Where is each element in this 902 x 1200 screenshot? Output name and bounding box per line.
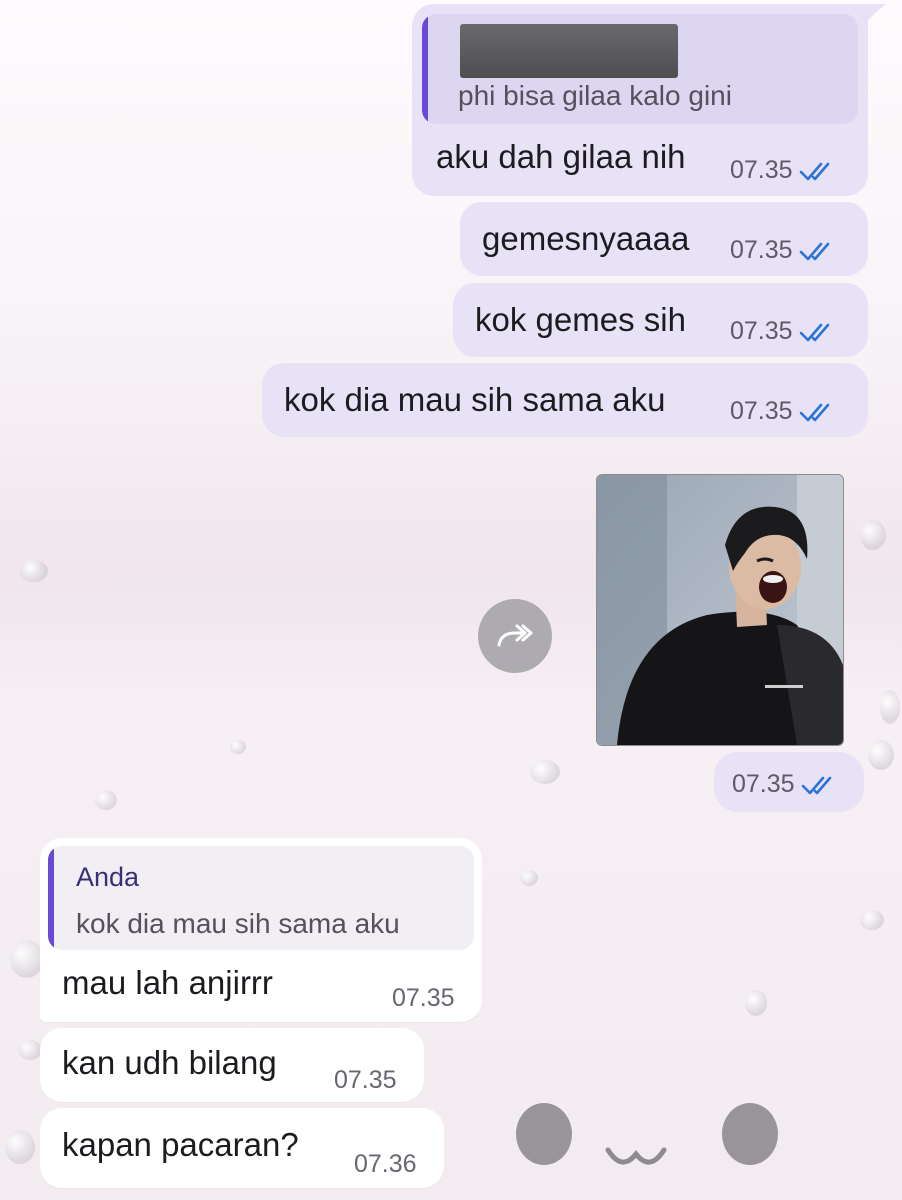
- message-text: mau lah anjirrr: [62, 964, 273, 1001]
- wallpaper-face-right-eye: [722, 1103, 778, 1165]
- wallpaper-face-left-eye: [516, 1103, 572, 1165]
- message-time: 07.35: [730, 236, 793, 264]
- message-text: kok gemes sih: [475, 301, 686, 338]
- reply-quote[interactable]: Anda kok dia mau sih sama aku: [48, 846, 474, 950]
- forward-share-icon[interactable]: [478, 599, 552, 673]
- incoming-message[interactable]: kan udh bilang 07.35: [40, 1028, 424, 1102]
- photo-message[interactable]: [596, 474, 844, 746]
- wallpaper-face-mouth: [605, 1147, 667, 1165]
- outgoing-message[interactable]: gemesnyaaaa 07.35: [460, 202, 868, 276]
- message-text: kok dia mau sih sama aku: [284, 381, 666, 418]
- read-ticks-icon: [799, 242, 829, 260]
- outgoing-message[interactable]: kok gemes sih 07.35: [453, 283, 868, 357]
- message-time: 07.36: [354, 1150, 417, 1178]
- message-text: aku dah gilaa nih: [436, 138, 686, 175]
- message-text: kan udh bilang: [62, 1044, 277, 1081]
- outgoing-message[interactable]: kok dia mau sih sama aku 07.35: [262, 363, 868, 437]
- redacted-author-name: [460, 24, 678, 78]
- incoming-message-reply[interactable]: Anda kok dia mau sih sama aku mau lah an…: [40, 838, 482, 1022]
- bubble-tail: [862, 4, 886, 26]
- message-time: 07.35: [732, 770, 795, 798]
- message-time: 07.35: [334, 1066, 397, 1094]
- read-ticks-icon: [799, 162, 829, 180]
- quote-author: Anda: [76, 862, 140, 892]
- quote-accent-bar: [48, 846, 54, 950]
- message-text: kapan pacaran?: [62, 1126, 299, 1163]
- quote-text: kok dia mau sih sama aku: [76, 908, 400, 939]
- quote-accent-bar: [422, 14, 428, 124]
- message-text: gemesnyaaaa: [482, 220, 690, 257]
- message-time: 07.35: [730, 397, 793, 425]
- photo-of-person-screaming-icon: [597, 475, 843, 745]
- read-ticks-icon: [799, 323, 829, 341]
- read-ticks-icon: [799, 403, 829, 421]
- message-time: 07.35: [730, 317, 793, 345]
- photo-timestamp-bubble[interactable]: 07.35: [714, 752, 864, 812]
- message-time: 07.35: [392, 984, 455, 1012]
- message-time: 07.35: [730, 156, 793, 184]
- outgoing-message-reply[interactable]: phi bisa gilaa kalo gini aku dah gilaa n…: [412, 4, 868, 196]
- read-ticks-icon: [801, 776, 831, 794]
- reply-quote[interactable]: phi bisa gilaa kalo gini: [422, 14, 858, 124]
- quote-text: phi bisa gilaa kalo gini: [458, 80, 732, 111]
- incoming-message[interactable]: kapan pacaran? 07.36: [40, 1108, 444, 1188]
